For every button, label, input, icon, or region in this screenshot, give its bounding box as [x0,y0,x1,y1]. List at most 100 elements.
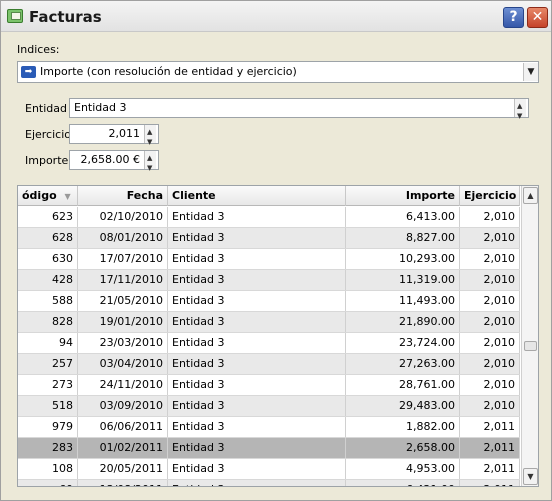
cell-importe: 4,953.00 [346,459,460,479]
cell-fecha: 02/10/2010 [78,207,168,227]
cell-ejercicio: 2,010 [460,396,520,416]
importe-spinner[interactable] [144,149,156,177]
cell-codigo: 257 [18,354,78,374]
table-row[interactable]: 108 20/05/2011 Entidad 3 4,953.00 2,011 [18,459,520,480]
cell-cliente: Entidad 3 [168,375,346,395]
vertical-scrollbar[interactable]: ▲ ▼ [521,186,538,486]
cell-ejercicio: 2,010 [460,291,520,311]
column-header-cliente[interactable]: Cliente [168,186,346,206]
column-header-importe[interactable]: Importe [346,186,460,206]
indices-combobox[interactable]: ➡ Importe (con resolución de entidad y e… [17,61,539,83]
cell-ejercicio: 2,010 [460,354,520,374]
entidad-value: Entidad 3 [74,101,127,114]
cell-fecha: 21/05/2010 [78,291,168,311]
table-row[interactable]: 628 08/01/2010 Entidad 3 8,827.00 2,010 [18,228,520,249]
table-header: ódigo ▼ Fecha Cliente Importe Ejercicio [18,186,520,206]
cell-cliente: Entidad 3 [168,270,346,290]
scroll-down-button[interactable]: ▼ [523,468,538,485]
cell-ejercicio: 2,011 [460,459,520,479]
cell-importe: 6,413.00 [346,207,460,227]
cell-codigo: 628 [18,228,78,248]
cell-fecha: 24/11/2010 [78,375,168,395]
cell-cliente: Entidad 3 [168,312,346,332]
table-row[interactable]: 979 06/06/2011 Entidad 3 1,882.00 2,011 [18,417,520,438]
cell-fecha: 17/11/2010 [78,270,168,290]
entidad-spinner[interactable] [514,97,526,125]
table-row[interactable]: 623 02/10/2010 Entidad 3 6,413.00 2,010 [18,207,520,228]
cell-fecha: 03/04/2010 [78,354,168,374]
importe-label: Importe [25,154,69,167]
cell-codigo: 828 [18,312,78,332]
cell-importe: 27,263.00 [346,354,460,374]
cell-codigo: 428 [18,270,78,290]
cell-importe: 1,882.00 [346,417,460,437]
cell-codigo: 273 [18,375,78,395]
cell-codigo: 108 [18,459,78,479]
cell-fecha: 20/05/2011 [78,459,168,479]
cell-ejercicio: 2,010 [460,228,520,248]
cell-cliente: Entidad 3 [168,438,346,458]
entidad-label: Entidad [25,102,67,115]
cell-ejercicio: 2,011 [460,417,520,437]
ejercicio-field[interactable]: 2,011 [69,123,159,151]
cell-importe: 10,293.00 [346,249,460,269]
table-row[interactable]: 94 23/03/2010 Entidad 3 23,724.00 2,010 [18,333,520,354]
importe-field[interactable]: 2,658.00 € [69,149,159,177]
cell-importe: 21,890.00 [346,312,460,332]
app-icon [7,9,23,23]
table-row[interactable]: 428 17/11/2010 Entidad 3 11,319.00 2,010 [18,270,520,291]
cell-fecha: 13/08/2011 [78,480,168,486]
cell-fecha: 01/02/2011 [78,438,168,458]
table-row[interactable]: 588 21/05/2010 Entidad 3 11,493.00 2,010 [18,291,520,312]
cell-ejercicio: 2,011 [460,480,520,486]
cell-cliente: Entidad 3 [168,207,346,227]
ejercicio-spinner[interactable] [144,123,156,151]
table-row[interactable]: 630 17/07/2010 Entidad 3 10,293.00 2,010 [18,249,520,270]
cell-cliente: Entidad 3 [168,291,346,311]
chevron-down-icon[interactable]: ▼ [523,63,538,81]
cell-ejercicio: 2,010 [460,249,520,269]
cell-codigo: 979 [18,417,78,437]
cell-cliente: Entidad 3 [168,459,346,479]
entidad-field[interactable]: Entidad 3 [69,97,529,125]
cell-ejercicio: 2,010 [460,207,520,227]
cell-ejercicio: 2,010 [460,333,520,353]
table-row[interactable]: 828 19/01/2010 Entidad 3 21,890.00 2,010 [18,312,520,333]
column-header-codigo[interactable]: ódigo ▼ [18,186,78,206]
cell-codigo: 623 [18,207,78,227]
cell-cliente: Entidad 3 [168,480,346,486]
cell-cliente: Entidad 3 [168,228,346,248]
cell-cliente: Entidad 3 [168,354,346,374]
close-button[interactable]: ✕ [527,7,548,28]
column-header-fecha[interactable]: Fecha [78,186,168,206]
cell-importe: 6,421.00 [346,480,460,486]
arrow-right-icon: ➡ [21,66,36,78]
facturas-window: Facturas ? ✕ Indices: ➡ Importe (con res… [0,0,552,501]
indices-selected-value: Importe (con resolución de entidad y eje… [40,65,297,78]
cell-fecha: 08/01/2010 [78,228,168,248]
help-button[interactable]: ? [503,7,524,28]
cell-ejercicio: 2,011 [460,438,520,458]
cell-fecha: 17/07/2010 [78,249,168,269]
table-row[interactable]: 283 01/02/2011 Entidad 3 2,658.00 2,011 [18,438,520,459]
cell-ejercicio: 2,010 [460,375,520,395]
cell-cliente: Entidad 3 [168,396,346,416]
cell-fecha: 03/09/2010 [78,396,168,416]
title-bar[interactable]: Facturas ? ✕ [1,1,551,32]
cell-ejercicio: 2,010 [460,312,520,332]
facturas-table[interactable]: ódigo ▼ Fecha Cliente Importe Ejercicio … [17,185,539,487]
table-row[interactable]: 518 03/09/2010 Entidad 3 29,483.00 2,010 [18,396,520,417]
scroll-thumb[interactable] [524,341,537,351]
cell-codigo: 518 [18,396,78,416]
column-header-ejercicio[interactable]: Ejercicio [460,186,520,206]
table-row[interactable]: 6013/08/2011Entidad 36,421.002,011 [18,480,520,486]
scroll-up-button[interactable]: ▲ [523,187,538,204]
cell-codigo: 630 [18,249,78,269]
cell-cliente: Entidad 3 [168,417,346,437]
cell-cliente: Entidad 3 [168,333,346,353]
cell-fecha: 06/06/2011 [78,417,168,437]
table-row[interactable]: 273 24/11/2010 Entidad 3 28,761.00 2,010 [18,375,520,396]
table-row[interactable]: 257 03/04/2010 Entidad 3 27,263.00 2,010 [18,354,520,375]
cell-importe: 11,319.00 [346,270,460,290]
cell-importe: 11,493.00 [346,291,460,311]
